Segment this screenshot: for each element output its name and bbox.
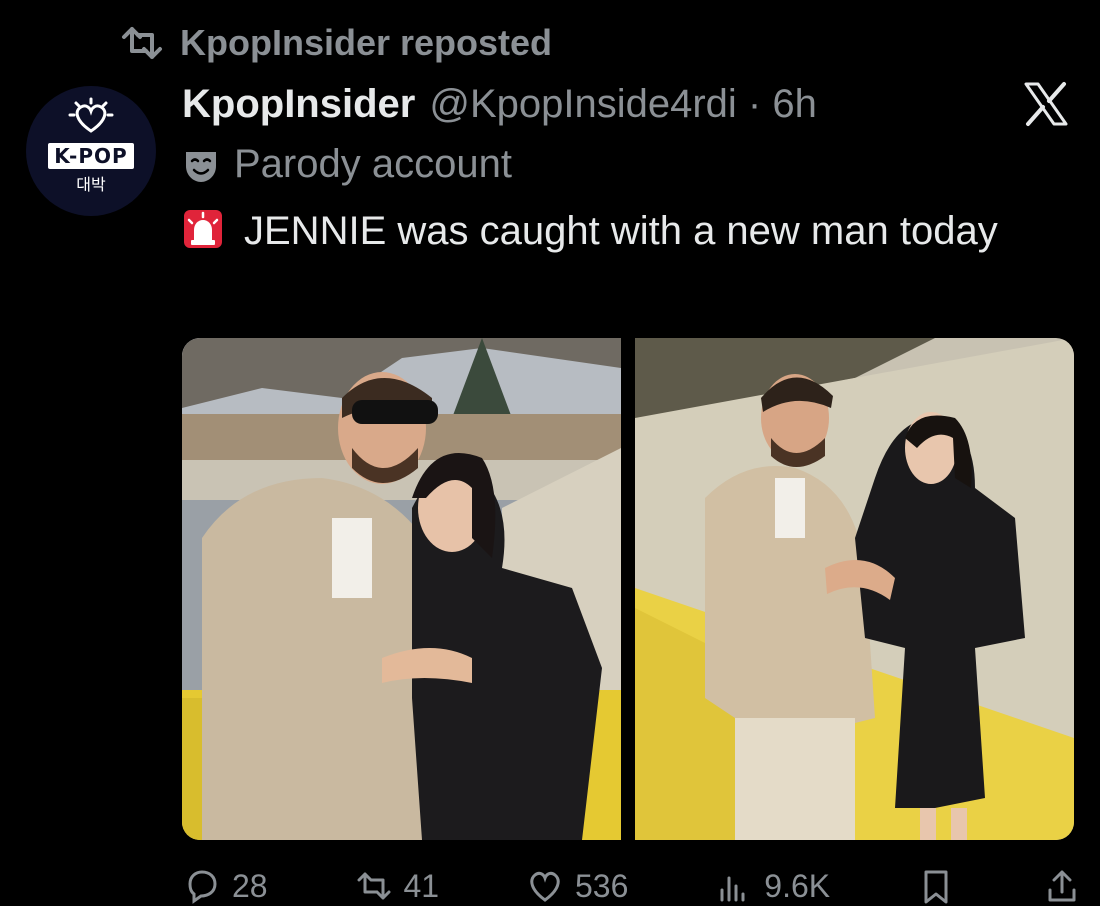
reply-icon xyxy=(188,870,217,904)
parody-label: Parody account xyxy=(182,142,512,187)
x-logo-icon xyxy=(1024,82,1068,126)
siren-icon xyxy=(184,210,222,248)
views-button[interactable]: 9.6K xyxy=(714,866,830,906)
tweet-header: KpopInsider @KpopInside4rdi · 6h xyxy=(182,82,817,127)
photo-right[interactable] xyxy=(635,338,1074,840)
views-icon xyxy=(720,876,745,902)
theater-mask-icon xyxy=(186,151,216,182)
tweet-body: JENNIE was caught with a new man today xyxy=(244,209,998,253)
tweet-text: JENNIE was caught with a new man today xyxy=(182,202,1042,260)
repost-button[interactable]: 41 xyxy=(354,866,440,906)
repost-indicator[interactable]: KpopInsider reposted xyxy=(118,22,552,64)
avatar-badge: K-POP xyxy=(48,143,134,169)
like-count: 536 xyxy=(575,867,629,904)
heart-icon xyxy=(530,871,560,902)
repost-label: KpopInsider reposted xyxy=(180,22,553,63)
reply-button[interactable]: 28 xyxy=(182,866,268,906)
repost-count: 41 xyxy=(403,867,440,904)
avatar-korean: 대박 xyxy=(76,177,106,194)
reply-count: 28 xyxy=(232,867,268,904)
heart-logo-icon xyxy=(68,97,114,133)
repost-icon xyxy=(357,872,390,900)
parody-text: Parody account xyxy=(234,142,512,186)
handle-time[interactable]: @KpopInside4rdi · 6h xyxy=(429,82,817,127)
bookmark-button[interactable] xyxy=(916,866,956,906)
bookmark-icon xyxy=(924,870,948,904)
views-count: 9.6K xyxy=(764,867,831,904)
media-grid[interactable] xyxy=(182,338,1074,840)
share-button[interactable] xyxy=(1042,866,1082,906)
action-bar: 28 41 536 9.6K xyxy=(182,866,1082,906)
like-button[interactable]: 536 xyxy=(525,866,628,906)
display-name[interactable]: KpopInsider xyxy=(182,82,415,127)
photo-left[interactable] xyxy=(182,338,621,840)
avatar[interactable]: K-POP 대박 xyxy=(26,86,156,216)
repost-icon xyxy=(122,27,162,59)
share-icon xyxy=(1048,870,1076,902)
